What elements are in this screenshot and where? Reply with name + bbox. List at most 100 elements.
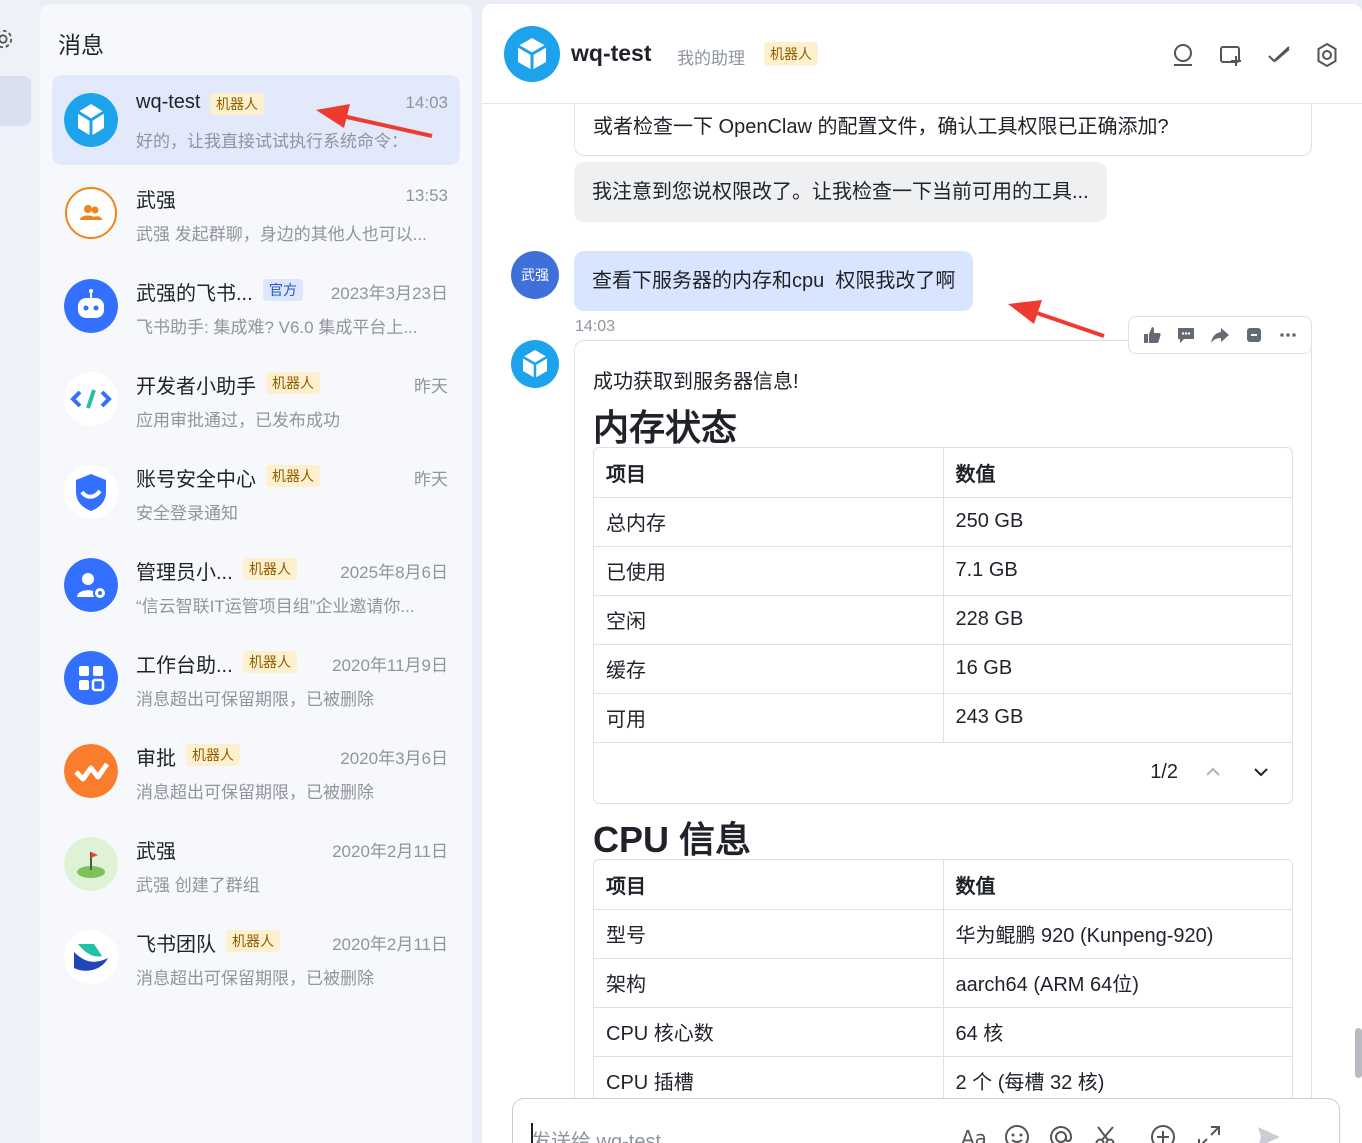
bot-tag: 机器人 <box>243 651 297 673</box>
conversation-name: 武强 <box>136 190 176 212</box>
table-cell-item: 可用 <box>594 693 944 743</box>
memory-heading: 内存状态 <box>593 407 738 448</box>
conversation-item[interactable]: 工作台助... 机器人 2020年11月9日 消息超出可保留期限，已被删除 <box>52 633 460 723</box>
robot-icon <box>64 279 118 333</box>
bot-message[interactable]: 我注意到您说权限改了。让我检查一下当前可用的工具... <box>574 162 1107 222</box>
admin-icon <box>64 558 118 612</box>
conversation-time: 昨天 <box>414 377 448 396</box>
group-icon <box>64 186 118 240</box>
table-row: CPU 核心数 64 核 <box>594 1007 1292 1057</box>
apps-grid-icon <box>64 651 118 705</box>
chat-title: wq-test <box>571 40 652 66</box>
conversation-item[interactable]: 武强的飞书... 官方 2023年3月23日 飞书助手: 集成难? V6.0 集成平台… <box>52 261 460 351</box>
table-cell-item: 空闲 <box>594 595 944 645</box>
conversation-name: 武强的飞书... <box>136 283 253 305</box>
message-composer[interactable]: 发送给 wq-test Aa <box>512 1098 1340 1143</box>
thumbs-up-icon[interactable] <box>1141 324 1163 346</box>
table-cell-item: 缓存 <box>594 644 944 694</box>
conversation-preview: 应用审批通过，已发布成功 <box>136 411 340 430</box>
conversation-preview: 消息超出可保留期限，已被删除 <box>136 969 374 988</box>
sidebar-title: 消息 <box>58 32 104 58</box>
conversation-item[interactable]: 飞书团队 机器人 2020年2月11日 消息超出可保留期限，已被删除 <box>52 912 460 1002</box>
table-row: 缓存 16 GB <box>594 644 1292 694</box>
cube-bot-icon[interactable] <box>511 340 559 388</box>
table-cell-item: 型号 <box>594 909 944 959</box>
chat-subtitle: 我的助理 <box>677 49 745 68</box>
conversation-item[interactable]: 账号安全中心 机器人 昨天 安全登录通知 <box>52 447 460 537</box>
table-cell-item: 总内存 <box>594 497 944 547</box>
conversation-time: 13:53 <box>405 186 448 205</box>
table-cell-value: 16 GB <box>943 644 1292 694</box>
bot-tag: 机器人 <box>186 744 240 766</box>
conversation-item[interactable]: 武强 2020年2月11日 武强 创建了群组 <box>52 819 460 909</box>
table-cell-item: CPU 核心数 <box>594 1007 944 1057</box>
table-cell-value: 243 GB <box>943 693 1292 743</box>
conversation-name: 开发者小助手 <box>136 376 256 398</box>
done-icon[interactable] <box>1266 42 1292 68</box>
settings-icon[interactable] <box>0 28 14 50</box>
forward-icon[interactable] <box>1209 324 1231 346</box>
font-icon[interactable]: Aa <box>959 1123 987 1143</box>
app-nav-strip <box>0 0 40 1143</box>
svg-text:Aa: Aa <box>961 1126 987 1143</box>
conversation-name: 审批 <box>136 748 176 770</box>
conversation-name: 账号安全中心 <box>136 469 256 491</box>
approval-icon <box>64 744 118 798</box>
settings-icon[interactable] <box>1314 42 1340 68</box>
chevron-down-icon[interactable] <box>1250 761 1272 783</box>
table-row: 总内存 250 GB <box>594 497 1292 547</box>
annotation-arrow <box>316 104 433 138</box>
add-icon[interactable] <box>1149 1123 1177 1143</box>
scrollbar[interactable] <box>1355 1028 1362 1078</box>
mention-icon[interactable] <box>1047 1123 1075 1143</box>
conversation-time: 2025年8月6日 <box>340 563 448 582</box>
expand-icon[interactable] <box>1195 1123 1223 1143</box>
user-message[interactable]: 查看下服务器的内存和cpu 权限我改了啊 <box>574 251 974 311</box>
more-icon[interactable] <box>1277 324 1299 346</box>
bot-tag: 机器人 <box>764 42 818 66</box>
table-pager: 1/2 <box>594 743 1292 803</box>
table-row: 可用 243 GB <box>594 693 1292 743</box>
conversation-item[interactable]: 武强 13:53 武强 发起群聊，身边的其他人也可以... <box>52 168 460 258</box>
chat-panel: wq-test 我的助理 机器人 或者检查一下 OpenClaw 的配置文件，确… <box>482 4 1362 1143</box>
table-row: 已使用 7.1 GB <box>594 546 1292 596</box>
screenshot-icon[interactable] <box>1093 1123 1121 1143</box>
search-chat-icon[interactable] <box>1170 42 1196 68</box>
send-icon[interactable] <box>1255 1123 1283 1143</box>
conversation-item[interactable]: 审批 机器人 2020年3月6日 消息超出可保留期限，已被删除 <box>52 726 460 816</box>
table-cell-value: 64 核 <box>943 1007 1292 1057</box>
bot-message-partial[interactable]: 或者检查一下 OpenClaw 的配置文件，确认工具权限已正确添加? <box>574 96 1312 156</box>
nav-item-messages[interactable] <box>0 76 31 126</box>
cube-bot-icon[interactable] <box>504 26 560 82</box>
conversation-preview: “信云智联IT运管项目组”企业邀请你... <box>136 597 415 616</box>
table-row: 架构 aarch64 (ARM 64位) <box>594 958 1292 1008</box>
conversation-item[interactable]: 管理员小... 机器人 2025年8月6日 “信云智联IT运管项目组”企业邀请你... <box>52 540 460 630</box>
conversation-item[interactable]: 开发者小助手 机器人 昨天应用审批通过，已发布成功 <box>52 354 460 444</box>
message-list: 或者检查一下 OpenClaw 的配置文件，确认工具权限已正确添加? 我注意到您… <box>482 96 1362 1140</box>
table-cell-item: 已使用 <box>594 546 944 596</box>
conversation-time: 2020年3月6日 <box>340 749 448 768</box>
emoji-icon[interactable] <box>1003 1123 1031 1143</box>
table-header-row: 项目 数值 <box>594 860 1292 910</box>
avatar[interactable]: 武强 <box>511 251 559 299</box>
page-indicator: 1/2 <box>1150 760 1178 783</box>
chat-header: wq-test 我的助理 机器人 <box>482 4 1362 104</box>
shield-icon <box>64 465 118 519</box>
conversation-name: 武强 <box>136 841 176 863</box>
cpu-heading: CPU 信息 <box>593 819 752 860</box>
chevron-up-icon[interactable] <box>1202 761 1224 783</box>
bot-tag: 机器人 <box>266 372 320 394</box>
new-window-icon[interactable] <box>1218 42 1244 68</box>
pin-icon[interactable] <box>1243 324 1265 346</box>
conversation-list: 消息 wq-test 机器人 14:03 好的，让我直接试试执行系统命令： 武强 13:5… <box>40 4 472 1143</box>
column-header: 项目 <box>594 860 944 910</box>
composer-placeholder: 发送给 wq-test <box>531 1131 662 1143</box>
table-cell-item: 架构 <box>594 958 944 1008</box>
reply-icon[interactable] <box>1175 324 1197 346</box>
conversation-time: 昨天 <box>414 470 448 489</box>
code-icon <box>64 372 118 426</box>
message-action-bar <box>1128 316 1312 354</box>
conversation-preview: 消息超出可保留期限，已被删除 <box>136 690 374 709</box>
cube-bot-icon <box>64 93 118 147</box>
bot-tag: 机器人 <box>243 558 297 580</box>
